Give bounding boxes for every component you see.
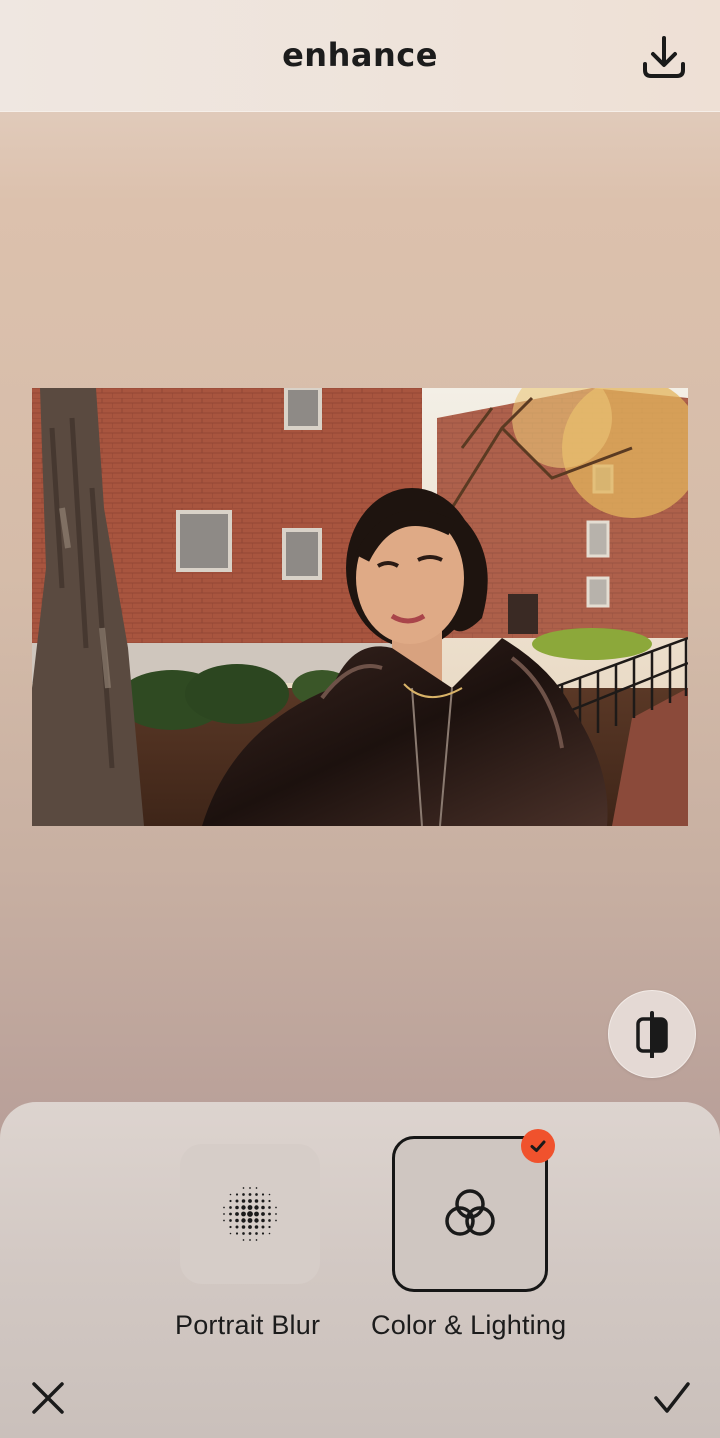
portrait-blur-label: Portrait Blur (175, 1310, 321, 1340)
portrait-photo (32, 388, 688, 826)
compare-button[interactable] (608, 990, 696, 1078)
compare-split-icon (636, 1011, 668, 1058)
confirm-button[interactable] (650, 1376, 694, 1420)
download-button[interactable] (636, 30, 692, 86)
download-icon (643, 36, 685, 78)
close-icon (32, 1382, 64, 1414)
overlapping-circles-icon (445, 1189, 495, 1236)
dot-grid-icon (223, 1187, 277, 1241)
color-lighting-label: Color & Lighting (371, 1310, 567, 1340)
check-small-icon (530, 1140, 546, 1152)
cancel-button[interactable] (28, 1378, 68, 1418)
selected-check-badge (521, 1129, 555, 1163)
page-title: enhance (282, 36, 438, 74)
checkmark-icon (654, 1382, 690, 1413)
color-lighting-button[interactable] (392, 1136, 548, 1292)
top-bar: enhance (0, 0, 720, 112)
portrait-blur-button[interactable] (180, 1144, 320, 1284)
bottom-sheet (0, 1102, 720, 1438)
